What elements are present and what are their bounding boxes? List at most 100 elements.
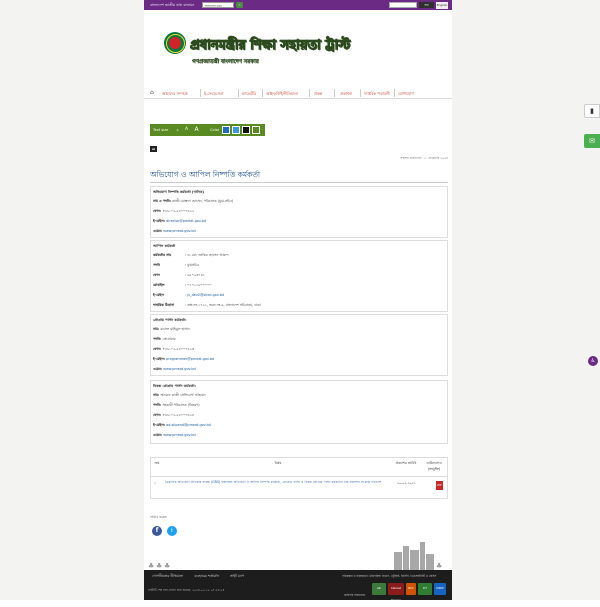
- field-label: ই-মেইল:: [153, 423, 166, 427]
- cell-serial: ১: [154, 481, 157, 485]
- web-link[interactable]: www.pmeat.gov.bd: [163, 229, 195, 233]
- footer-link-privacy[interactable]: গোপনীয়তার নীতিমালা: [152, 574, 183, 578]
- site-header: প্রধানমন্ত্রীর শিক্ষা সহায়তা ট্রাস্ট গণ…: [144, 10, 452, 86]
- web-link[interactable]: www.pmeat.gov.bd: [163, 433, 195, 437]
- office-type-select[interactable]: অফিসের ধরন: [202, 2, 234, 8]
- text-size-label: Text size: [153, 127, 169, 132]
- field-value: +৮৮-০২-৫৫০০৭৪২৩: [162, 347, 195, 351]
- nav-item-eservice[interactable]: ই-সেবা/সেবা: [204, 91, 223, 98]
- site-footer: গোপনীয়তার নীতিমালা ব্যবহারের শর্তাবলি স…: [144, 570, 452, 602]
- field-value: +৮৮-০২-৫৫০০৭৪২৪: [162, 413, 195, 417]
- col-download: ডাউনলোড (সংযুক্তি): [426, 461, 442, 471]
- field-label: নাম ও পদবি:: [153, 199, 172, 203]
- color-lightblue-button[interactable]: [232, 126, 240, 134]
- field-label: দাপ্তরিক ঠিকানা: [153, 303, 175, 307]
- field-value: সহকারী পরিচালক (বিতরণ): [162, 403, 200, 407]
- field-label: ওয়েব:: [153, 229, 163, 233]
- undp-logo[interactable]: UNDP: [434, 583, 446, 595]
- share-label: শেয়ার করুন:: [150, 515, 168, 519]
- nav-item-mandatory[interactable]: ম্যান্ডেটরি: [242, 91, 256, 98]
- field-label: পদবি:: [153, 337, 162, 341]
- email-link[interactable]: : js_dev2@shed.gov.bd: [185, 293, 224, 297]
- site-title[interactable]: প্রধানমন্ত্রীর শিক্ষা সহায়তা ট্রাস্ট: [190, 36, 351, 57]
- alternate-focal-person-card: বিকল্প প্রোগ্রাম পার্সন কর্মকর্তা: নাম: …: [150, 380, 448, 444]
- nav-item-about[interactable]: আমাদের সম্পর্কে: [162, 91, 188, 98]
- page-container: প্রধানমন্ত্রীর শিক্ষা সহায়তা ট্রাস্ট গণ…: [144, 10, 452, 570]
- home-icon[interactable]: ⌂: [150, 89, 154, 96]
- bcc-logo[interactable]: BCC: [406, 583, 416, 595]
- footer-link-sitemap[interactable]: সাইট ম্যাপ: [230, 574, 244, 578]
- field-label: নাম:: [153, 327, 160, 331]
- nav-item-publication[interactable]: প্রকাশনা: [340, 91, 352, 98]
- top-bar: বাংলাদেশ জাতীয় তথ্য বাতায়ন অফিসের ধরন …: [144, 0, 452, 10]
- footer-last-updated: সাইটটি শেষ হাল-নাগাদ করা হয়েছে: ২০২৪-০২…: [148, 588, 225, 592]
- cell-subject-link[interactable]: ত্রৈমাসিক অভিযোগ প্রতিকার ব্যবস্থা (GRS)…: [165, 480, 391, 485]
- a2i-logo[interactable]: a2i: [372, 583, 386, 595]
- field-label: ই-মেইল:: [153, 219, 166, 223]
- font-small-button[interactable]: A: [174, 126, 181, 134]
- pdf-download-icon[interactable]: PDF: [436, 481, 443, 490]
- field-label: ই-মেইল:: [153, 357, 166, 361]
- color-dark-button[interactable]: [242, 126, 250, 134]
- email-link[interactable]: director@pmeat.gov.bd: [166, 219, 206, 223]
- field-value: প্রোগ্রামার: [162, 337, 176, 341]
- language-toggle-button[interactable]: English: [436, 1, 448, 9]
- field-value: : যুগ্মসচিব: [185, 263, 199, 267]
- cell-date: ২০-০৬-২০২১: [397, 481, 416, 485]
- table-row: ১ ত্রৈমাসিক অভিযোগ প্রতিকার ব্যবস্থা (GR…: [150, 477, 448, 499]
- field-label: ওয়েব:: [153, 433, 163, 437]
- govt-logo-icon[interactable]: [164, 32, 186, 54]
- cabinet-division-logo[interactable]: Cabinet Division: [388, 583, 404, 602]
- field-label: মোবাইল: [153, 283, 165, 287]
- col-serial: ক্রম: [154, 461, 160, 465]
- email-link[interactable]: programmer@pmeat.gov.bd: [166, 357, 214, 361]
- field-label: ওয়েব:: [153, 367, 163, 371]
- chat-side-icon[interactable]: ✉: [584, 134, 600, 148]
- search-input[interactable]: [389, 2, 417, 8]
- appeal-officer-card: আপিল কর্মকর্তা কর্মকর্তার নাম : ড. মো: জ…: [150, 240, 448, 312]
- print-button[interactable]: 🖶: [150, 146, 157, 152]
- color-blue-button[interactable]: [222, 126, 230, 134]
- font-medium-button[interactable]: A: [183, 126, 190, 134]
- web-link[interactable]: www.pmeat.gov.bd: [163, 367, 195, 371]
- last-updated-date: সর্বশেষ হালনাগাদ: ১১ ফেব্রুয়ারি ২০২৪: [400, 156, 448, 160]
- color-label: Color: [210, 127, 220, 132]
- footer-partners-text: পরিকল্পনা ও বাস্তবায়নে: মন্ত্রিপরিষদ বি…: [342, 574, 437, 578]
- ict-logo[interactable]: ICT: [418, 583, 432, 595]
- page-title: অভিযোগ ও আপিল নিষ্পত্তি কর্মকর্তা: [150, 170, 261, 179]
- field-value: : ড. মো: জাকির হোসেন আকন্দ: [185, 253, 229, 257]
- nav-item-letters[interactable]: দাপ্তরিক পত্রাবলী: [364, 91, 390, 98]
- field-value: : কক্ষ নং-১৭২১, ভবন নং-৬, বাংলাদেশ সচিবা…: [185, 303, 261, 307]
- card-heading: প্রোগ্রাম পার্সন কর্মকর্তা:: [153, 318, 187, 322]
- nav-item-law[interactable]: আইন/বিধি/নীতিমালা: [266, 91, 298, 98]
- card-heading: অভিযোগ নিষ্পত্তি কর্মকর্তা (অনিক): [153, 190, 205, 194]
- field-label: ফোন:: [153, 209, 162, 213]
- card-heading: আপিল কর্মকর্তা: [153, 244, 176, 248]
- table-header: ক্রম বিষয় প্রকাশের তারিখ ডাউনলোড (সংযুক…: [150, 457, 448, 477]
- documents-table: ক্রম বিষয় প্রকাশের তারিখ ডাউনলোড (সংযুক…: [150, 457, 448, 499]
- field-label: পদবি: [153, 263, 160, 267]
- go-button[interactable]: ⇨: [236, 2, 243, 8]
- col-date: প্রকাশের তারিখ: [395, 461, 417, 465]
- search-button[interactable]: সার্চ: [419, 2, 434, 8]
- twitter-share-icon[interactable]: t: [167, 526, 177, 536]
- field-label: কর্মকর্তার নাম: [153, 253, 172, 257]
- field-value: কাজী মোস্তফা হোসেন, পরিচালক (যুগ্ম-সচিব): [172, 199, 234, 203]
- facebook-share-icon[interactable]: f: [152, 526, 162, 536]
- footer-link-terms[interactable]: ব্যবহারের শর্তাবলি: [194, 574, 219, 578]
- footer-skyline-illustration: ♣ ♣ ♣ ♣: [144, 540, 452, 570]
- chart-side-icon[interactable]: ▮: [584, 104, 600, 118]
- color-green-button[interactable]: [252, 126, 260, 134]
- nav-item-project[interactable]: প্রকল্প: [314, 91, 322, 98]
- font-large-button[interactable]: A: [193, 126, 200, 134]
- nav-item-contact[interactable]: যোগাযোগ: [398, 91, 414, 98]
- email-link[interactable]: ad.stipend@pmeat.gov.bd: [166, 423, 211, 427]
- field-value: : ৯৫৭২৩৭৪১: [185, 273, 205, 277]
- portal-title: বাংলাদেশ জাতীয় তথ্য বাতায়ন: [150, 3, 195, 7]
- main-nav: ⌂ আমাদের সম্পর্কে ই-সেবা/সেবা ম্যান্ডেটর…: [144, 88, 452, 99]
- field-label: ফোন: [153, 273, 160, 277]
- field-value: রাসেল মাহিমুল হাসান: [160, 327, 190, 331]
- accessibility-round-icon[interactable]: ♿: [588, 356, 598, 366]
- field-label: ই-মেইল: [153, 293, 164, 297]
- footer-tech-support-label: কারিগরি সহায়তায়:: [344, 593, 366, 597]
